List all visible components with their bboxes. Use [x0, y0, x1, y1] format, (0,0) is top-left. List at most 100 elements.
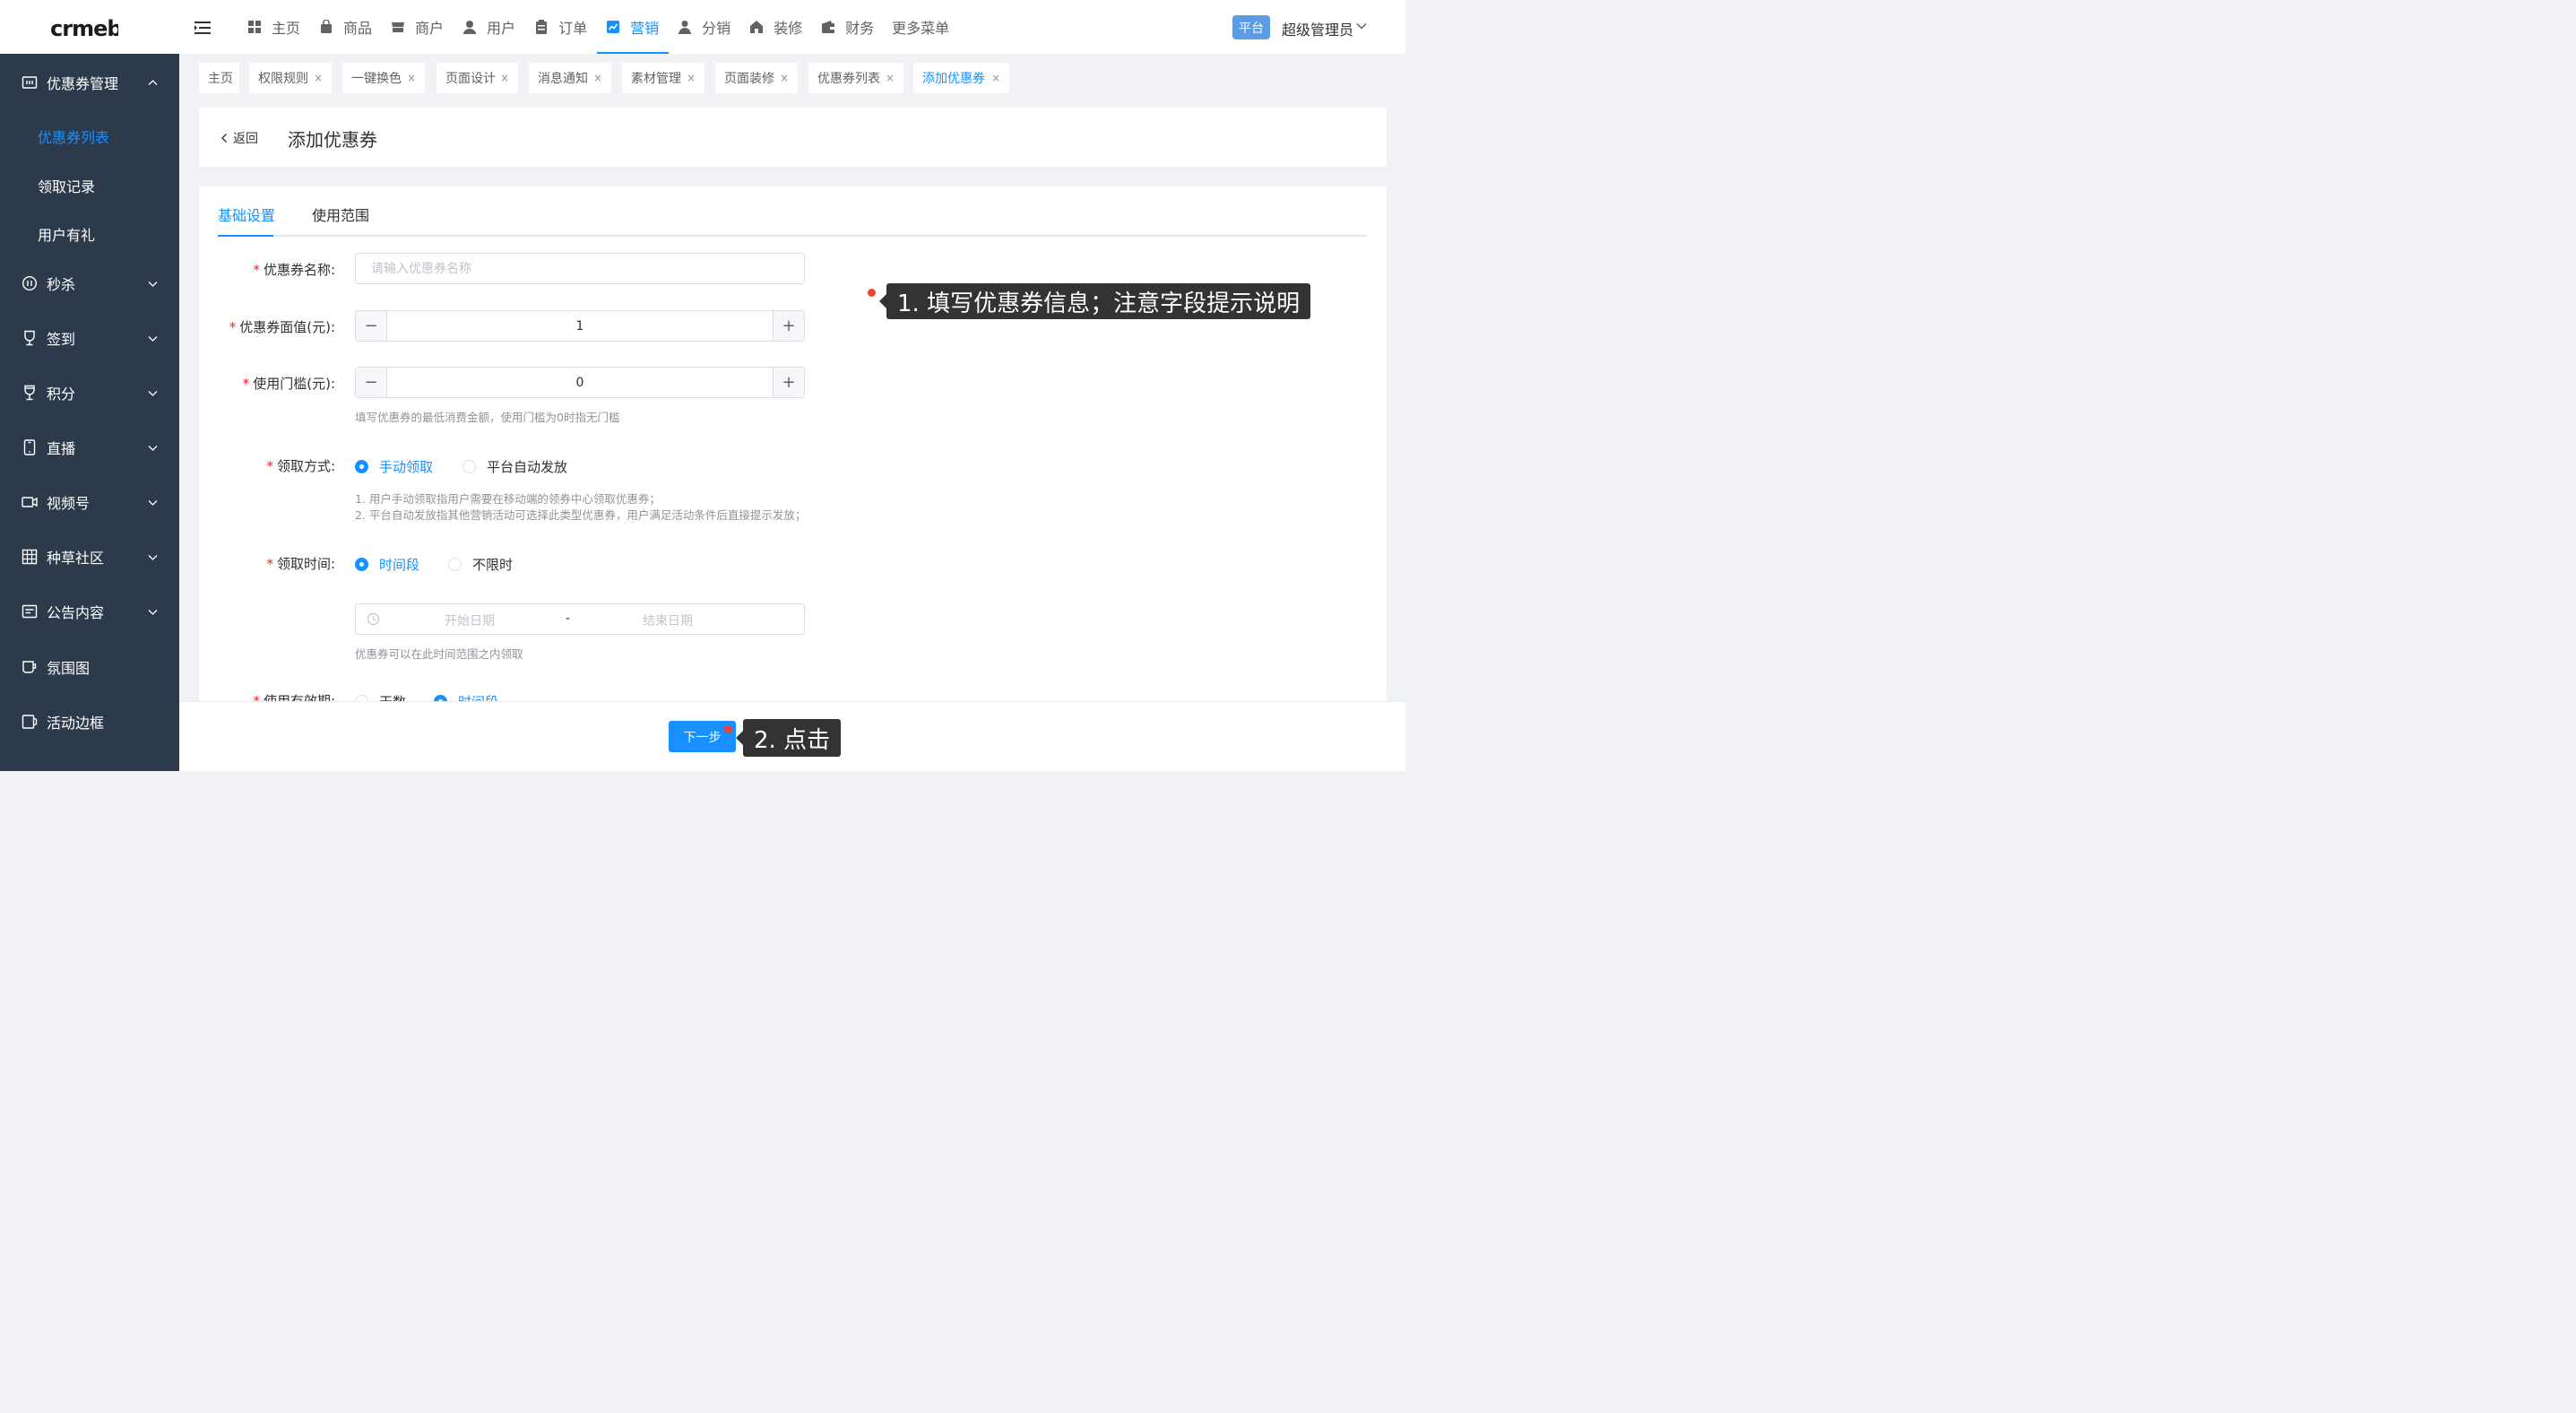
home-icon — [748, 19, 765, 35]
svg-text:crmeb: crmeb — [50, 16, 118, 41]
nav-distribution[interactable]: 分销 — [669, 0, 740, 54]
nav-label: 订单 — [558, 20, 588, 37]
nav-label: 更多菜单 — [892, 20, 950, 37]
nav-products[interactable]: 商品 — [310, 0, 382, 54]
sidebar-group-flash-sale[interactable]: 秒杀 — [0, 265, 179, 301]
nav-home[interactable]: 主页 — [238, 0, 310, 54]
tag-page-decoration[interactable]: 页面装修 × — [715, 63, 798, 93]
increase-button[interactable]: + — [773, 311, 804, 341]
crmeb-logo[interactable]: crmeb — [50, 13, 118, 41]
wallet-icon — [820, 19, 836, 35]
sidebar-group-label: 活动边框 — [47, 715, 105, 732]
bag-icon — [318, 19, 334, 35]
radio-dot — [355, 695, 368, 701]
radio-time-range[interactable]: 时间段 — [355, 555, 419, 574]
sidebar-group-community[interactable]: 种草社区 — [0, 539, 179, 575]
tag-permission-rules[interactable]: 权限规则 × — [249, 63, 332, 93]
date-range-picker[interactable]: 开始日期 - 结束日期 — [355, 603, 805, 635]
nav-label: 主页 — [272, 20, 301, 37]
distribution-icon — [677, 19, 693, 35]
nav-users[interactable]: 用户 — [454, 0, 525, 54]
nav-finance[interactable]: 财务 — [812, 0, 884, 54]
close-icon[interactable]: × — [314, 72, 323, 84]
page-header-card: 返回 添加优惠券 — [199, 108, 1387, 167]
sidebar-group-atmosphere[interactable]: 氛围图 — [0, 649, 179, 685]
receive-time-hint: 优惠券可以在此时间范围之内领取 — [355, 647, 523, 661]
radio-validity-time-range[interactable]: 时间段 — [434, 692, 498, 701]
nav-label: 营销 — [630, 20, 660, 37]
tag-page-design[interactable]: 页面设计 × — [437, 63, 518, 93]
close-icon[interactable]: × — [687, 72, 696, 84]
decrease-button[interactable]: − — [356, 368, 387, 397]
nav-more-menu[interactable]: 更多菜单 — [884, 0, 959, 54]
close-icon[interactable]: × — [780, 72, 789, 84]
top-header: crmeb 主页 商品 商户 用户 订单 营销 分销 装修 财务 更多菜单 平台… — [0, 0, 1405, 54]
date-separator: - — [566, 611, 571, 626]
chevron-down-icon[interactable] — [1355, 20, 1368, 32]
tag-coupon-list[interactable]: 优惠券列表 × — [808, 63, 903, 93]
coupon-name-input[interactable] — [355, 253, 805, 284]
sidebar-group-points[interactable]: 积分 — [0, 375, 179, 411]
radio-label: 天数 — [379, 692, 406, 701]
tag-message-notice[interactable]: 消息通知 × — [529, 63, 611, 93]
sidebar-group-sign-in[interactable]: 签到 — [0, 320, 179, 356]
validity-label: * 使用有效期: — [253, 693, 335, 701]
nav-decoration[interactable]: 装修 — [740, 0, 812, 54]
decrease-button[interactable]: − — [356, 311, 387, 341]
radio-auto-issue[interactable]: 平台自动发放 — [462, 457, 567, 476]
sidebar-group-announcements[interactable]: 公告内容 — [0, 594, 179, 629]
page-title: 添加优惠券 — [288, 129, 377, 151]
admin-username[interactable]: 超级管理员 — [1282, 18, 1353, 39]
top-navigation: 主页 商品 商户 用户 订单 营销 分销 装修 财务 更多菜单 — [238, 0, 959, 54]
increase-button[interactable]: + — [773, 368, 804, 397]
receive-time-label: * 领取时间: — [266, 556, 335, 572]
chevron-down-icon — [148, 609, 158, 615]
frame-icon — [22, 715, 38, 729]
nav-label: 商品 — [343, 20, 373, 37]
sidebar-item-receive-records[interactable]: 领取记录 — [38, 175, 95, 196]
nav-label: 分销 — [702, 20, 731, 37]
annotation-marker-1 — [868, 289, 876, 297]
notice-icon — [22, 604, 38, 619]
radio-manual-receive[interactable]: 手动领取 — [355, 457, 433, 476]
radio-unlimited-time[interactable]: 不限时 — [448, 555, 513, 574]
mug-icon — [22, 661, 37, 673]
tag-label: 主页 — [208, 72, 233, 86]
tab-usage-scope[interactable]: 使用范围 — [312, 204, 369, 225]
face-value-input[interactable]: 1 — [388, 311, 772, 341]
nav-merchants[interactable]: 商户 — [382, 0, 454, 54]
clock-icon — [367, 612, 380, 626]
sidebar-item-user-gifts[interactable]: 用户有礼 — [38, 223, 95, 245]
tag-material-management[interactable]: 素材管理 × — [622, 63, 705, 93]
radio-dot — [448, 558, 462, 571]
close-icon[interactable]: × — [886, 72, 895, 84]
tag-add-coupon[interactable]: 添加优惠券 × — [913, 63, 1009, 93]
sidebar-group-video-channel[interactable]: 视频号 — [0, 484, 179, 520]
clipboard-icon — [533, 19, 549, 35]
nav-orders[interactable]: 订单 — [525, 0, 597, 54]
nav-label: 用户 — [487, 20, 516, 37]
tab-basic-settings[interactable]: 基础设置 — [218, 204, 275, 225]
chevron-down-icon — [148, 445, 158, 451]
radio-label: 不限时 — [472, 557, 514, 573]
close-icon[interactable]: × — [593, 72, 602, 84]
start-date-input[interactable]: 开始日期 — [445, 611, 495, 629]
shop-icon — [390, 19, 406, 35]
back-button[interactable]: 返回 — [220, 129, 258, 147]
radio-validity-days[interactable]: 天数 — [355, 692, 406, 701]
nav-marketing[interactable]: 营销 — [597, 0, 670, 54]
back-label: 返回 — [233, 132, 258, 146]
menu-collapse-icon[interactable] — [194, 20, 212, 36]
chevron-down-icon — [148, 554, 158, 560]
sidebar-group-coupon-management[interactable]: 优惠券管理 — [0, 65, 179, 100]
close-icon[interactable]: × — [407, 72, 416, 84]
tag-home[interactable]: 主页 — [199, 63, 239, 93]
tag-one-click-theme[interactable]: 一键换色 × — [342, 63, 425, 93]
threshold-input[interactable]: 0 — [388, 368, 772, 397]
close-icon[interactable]: × — [991, 72, 1000, 84]
end-date-input[interactable]: 结束日期 — [643, 611, 693, 629]
close-icon[interactable]: × — [500, 72, 509, 84]
sidebar-group-live[interactable]: 直播 — [0, 429, 179, 465]
sidebar-item-coupon-list[interactable]: 优惠券列表 — [38, 126, 109, 147]
sidebar-group-activity-frame[interactable]: 活动边框 — [0, 704, 179, 740]
